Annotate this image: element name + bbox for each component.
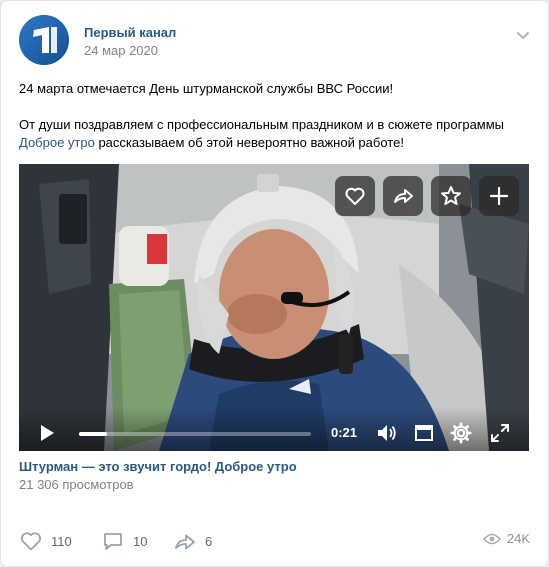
post-views: 24K <box>482 531 530 546</box>
video-title[interactable]: Штурман — это звучит гордо! Доброе утро <box>19 459 297 474</box>
miniplayer-icon <box>415 425 433 441</box>
eye-icon <box>482 533 501 544</box>
post-paragraph: 24 марта отмечается День штурманской слу… <box>19 81 394 96</box>
share-arrow-icon <box>175 534 195 550</box>
heart-icon <box>345 187 365 205</box>
share-arrow-icon <box>394 189 413 203</box>
like-video-button[interactable] <box>335 176 375 216</box>
post-text: 24 марта отмечается День штурманской слу… <box>19 80 531 152</box>
play-button[interactable] <box>37 423 57 443</box>
plus-icon <box>489 186 509 206</box>
views-count: 24K <box>506 531 530 546</box>
star-icon <box>441 186 461 205</box>
share-button[interactable]: 6 <box>173 529 212 553</box>
comment-icon <box>104 533 122 550</box>
comment-count: 10 <box>133 533 148 549</box>
favorite-video-button[interactable] <box>431 176 471 216</box>
video-player[interactable]: 0:21 <box>19 164 529 451</box>
channel-logo[interactable] <box>19 15 69 65</box>
post-header: Первый канал 24 мар 2020 <box>19 15 531 65</box>
author-name[interactable]: Первый канал <box>84 25 176 40</box>
post-card: Первый канал 24 мар 2020 24 марта отмеча… <box>0 0 549 567</box>
progress-fill <box>79 432 107 436</box>
progress-bar[interactable] <box>79 432 311 436</box>
post-paragraph: От души поздравляем с профессиональным п… <box>19 116 531 152</box>
post-footer: 110 10 6 24K <box>1 523 549 559</box>
volume-button[interactable] <box>375 423 399 443</box>
video-controls: 0:21 <box>19 407 529 451</box>
like-count: 110 <box>51 533 72 549</box>
volume-icon <box>378 425 396 441</box>
chevron-down-icon[interactable] <box>515 27 531 43</box>
add-video-button[interactable] <box>479 176 519 216</box>
post-text-fragment: От души поздравляем с профессиональным п… <box>19 117 505 132</box>
program-link[interactable]: Доброе утро <box>19 135 95 150</box>
post-text-fragment: рассказываем об этой невероятно важной р… <box>94 135 404 150</box>
settings-button[interactable] <box>449 421 473 445</box>
channel-one-logo-icon <box>19 15 69 65</box>
gear-icon <box>450 422 472 444</box>
like-button[interactable]: 110 <box>19 529 72 553</box>
share-count: 6 <box>205 533 213 549</box>
share-video-button[interactable] <box>383 176 423 216</box>
comment-button[interactable]: 10 <box>101 529 147 553</box>
fullscreen-icon <box>491 424 509 442</box>
miniplayer-button[interactable] <box>413 423 435 443</box>
heart-icon <box>21 532 41 551</box>
post-date[interactable]: 24 мар 2020 <box>84 43 158 58</box>
video-views: 21 306 просмотров <box>19 477 134 492</box>
play-icon <box>41 425 54 441</box>
video-time: 0:21 <box>331 425 358 440</box>
fullscreen-button[interactable] <box>489 423 511 443</box>
